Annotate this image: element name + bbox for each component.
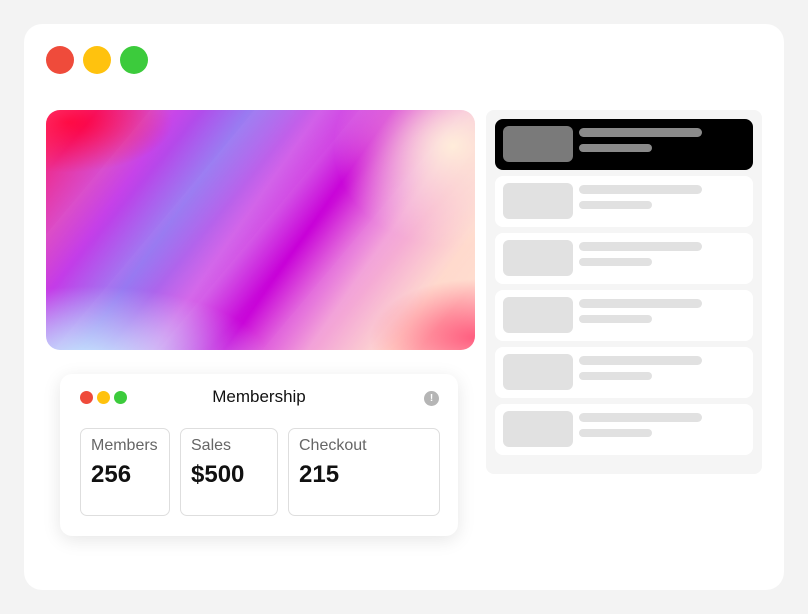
list-item-title-placeholder (579, 299, 702, 308)
list-item-subtitle-placeholder (579, 144, 652, 152)
card-title: Membership (212, 387, 306, 406)
stat-checkout: Checkout 215 (288, 428, 440, 516)
list-item[interactable] (495, 176, 753, 227)
list-item-thumbnail (503, 297, 573, 333)
list-item-thumbnail (503, 411, 573, 447)
stat-value: 215 (299, 461, 340, 488)
list-item-thumbnail (503, 183, 573, 219)
stat-value: 256 (91, 461, 132, 488)
list-item-subtitle-placeholder (579, 429, 652, 437)
membership-card: Membership ! Members 256 Sales $500 Chec… (60, 374, 458, 536)
stat-sales: Sales $500 (180, 428, 278, 516)
list-item[interactable] (495, 290, 753, 341)
close-window-button[interactable] (46, 46, 74, 74)
stat-value: $500 (191, 461, 245, 488)
list-item-subtitle-placeholder (579, 315, 652, 323)
stat-members: Members 256 (80, 428, 170, 516)
info-icon[interactable]: ! (424, 391, 439, 406)
stat-label: Members (91, 437, 158, 454)
list-item-thumbnail (503, 240, 573, 276)
list-item-title-placeholder (579, 242, 702, 251)
stat-label: Checkout (299, 437, 367, 454)
list-item-title-placeholder (579, 413, 702, 422)
list-item-thumbnail (503, 126, 573, 162)
list-item[interactable] (495, 233, 753, 284)
minimize-window-button[interactable] (83, 46, 111, 74)
hero-gradient-image (46, 110, 475, 350)
list-item-thumbnail (503, 354, 573, 390)
list-item-title-placeholder (579, 356, 702, 365)
list-item[interactable] (495, 347, 753, 398)
stat-label: Sales (191, 437, 232, 454)
app-window: Membership ! Members 256 Sales $500 Chec… (24, 24, 784, 590)
list-item-subtitle-placeholder (579, 372, 652, 380)
list-item-selected[interactable] (495, 119, 753, 170)
window-controls (46, 46, 148, 74)
maximize-window-button[interactable] (120, 46, 148, 74)
list-item-title-placeholder (579, 185, 702, 194)
list-item-title-placeholder (579, 128, 702, 137)
list-item[interactable] (495, 404, 753, 455)
list-item-subtitle-placeholder (579, 258, 652, 266)
list-item-subtitle-placeholder (579, 201, 652, 209)
list-panel (486, 110, 762, 474)
